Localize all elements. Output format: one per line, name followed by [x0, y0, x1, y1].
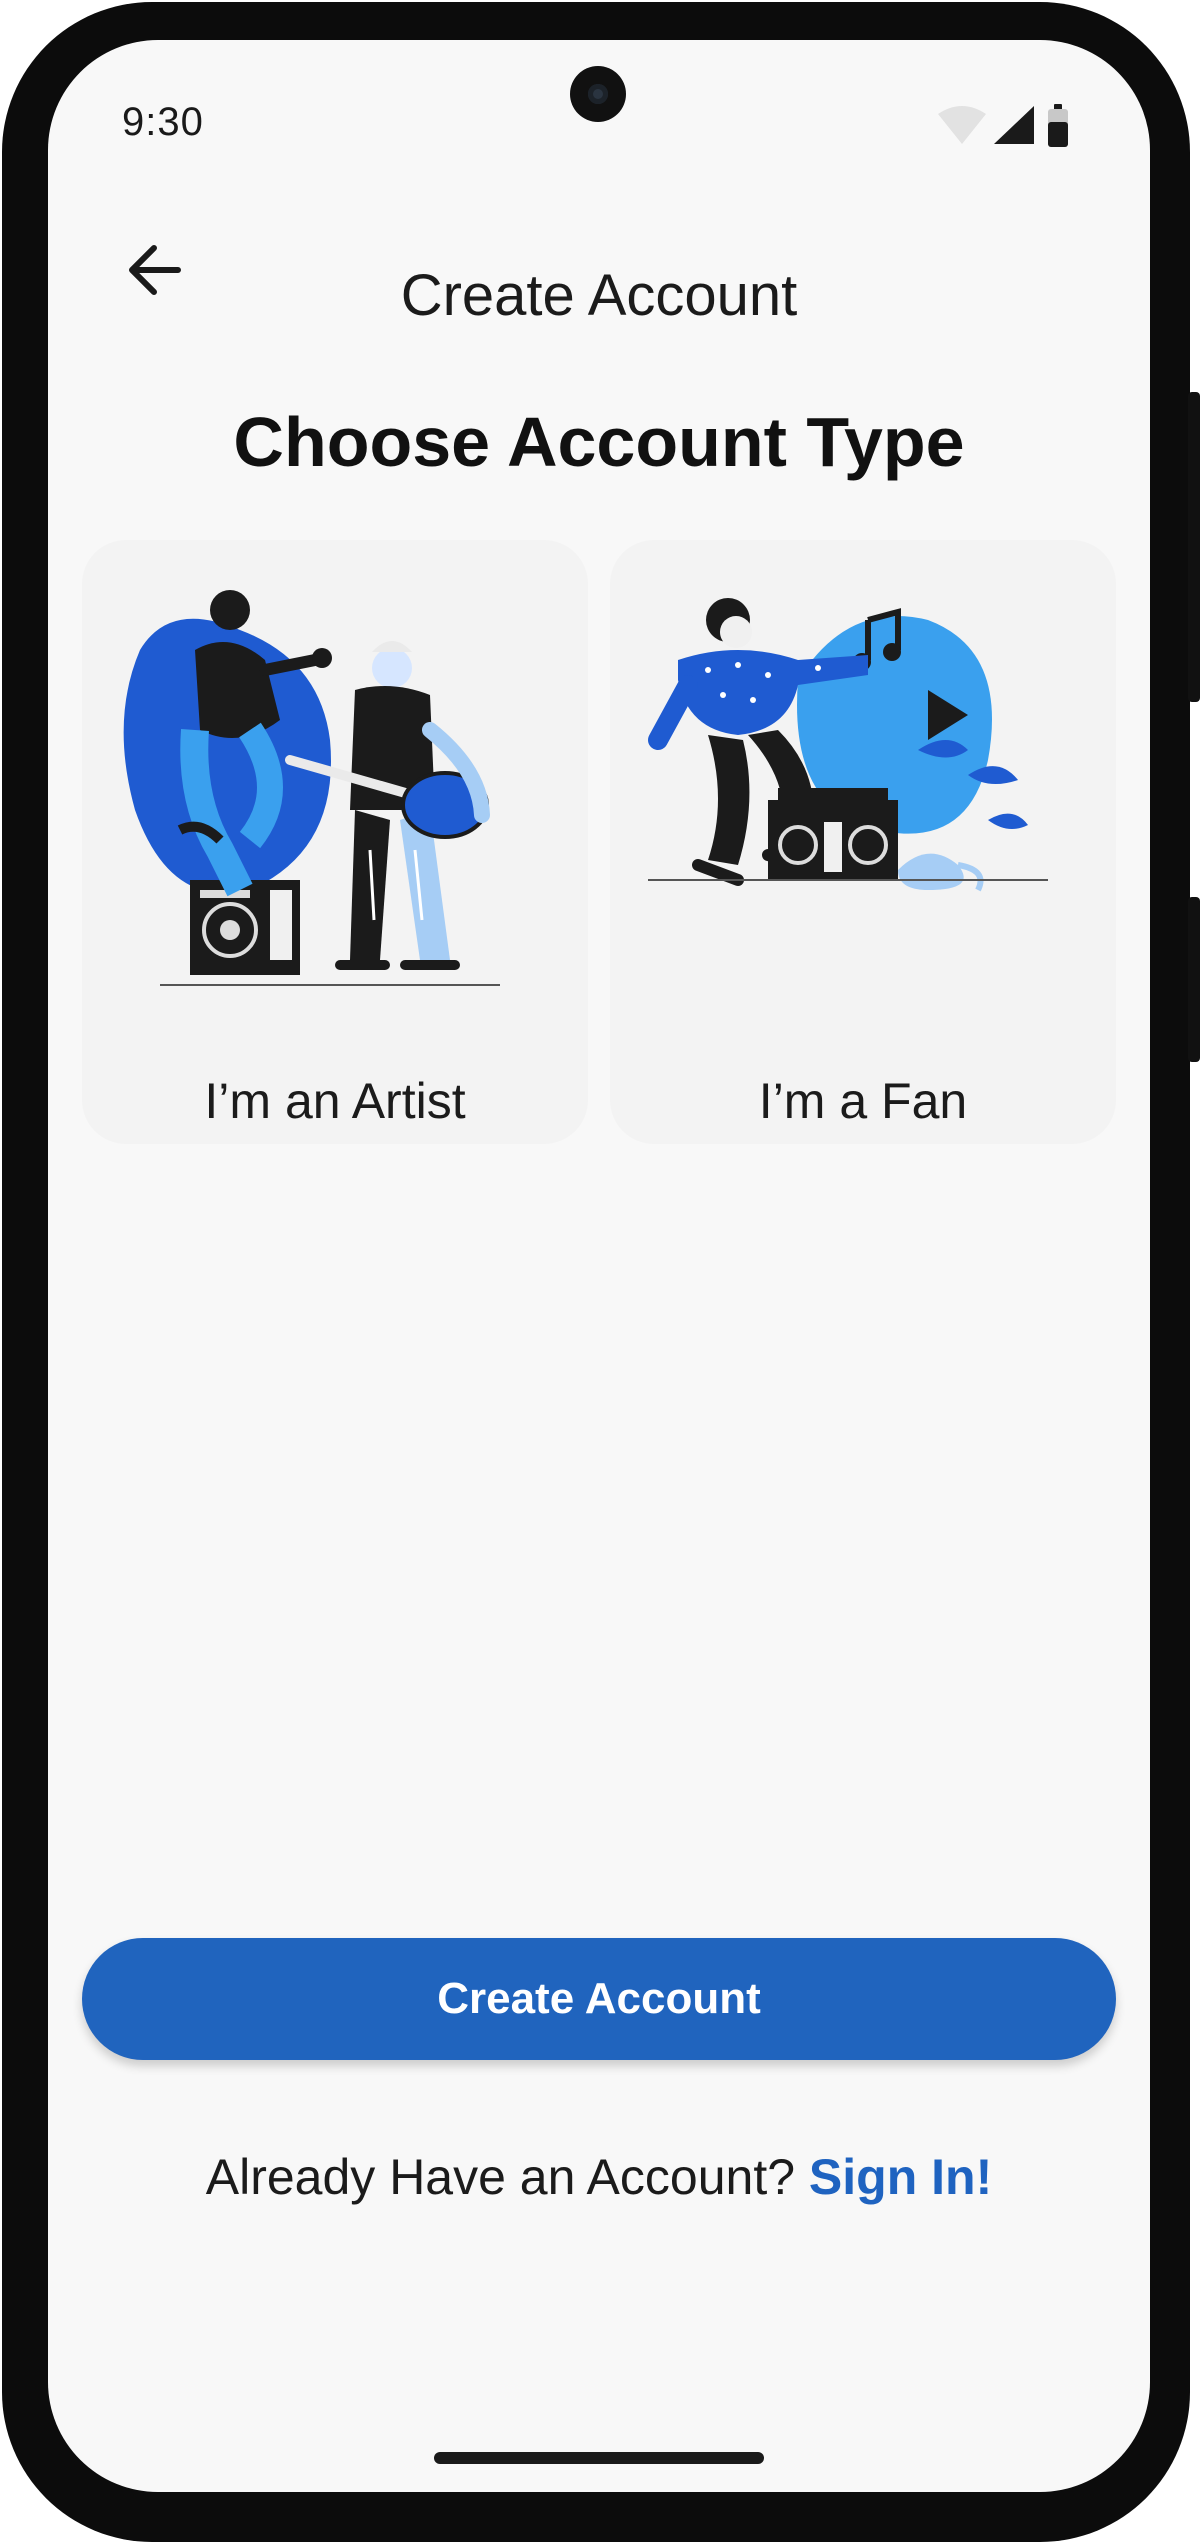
- fan-illustration: [648, 598, 1048, 892]
- page-title: Create Account: [400, 263, 798, 328]
- cellular-signal-icon: [994, 106, 1034, 144]
- section-heading: Choose Account Type: [233, 403, 965, 481]
- status-time: 9:30: [122, 100, 204, 144]
- home-indicator[interactable]: [434, 2452, 764, 2464]
- artist-illustration: [123, 590, 500, 986]
- power-button: [1188, 897, 1200, 1062]
- create-account-button[interactable]: Create Account: [82, 1938, 1116, 2060]
- artist-account-card[interactable]: I’m an Artist: [82, 540, 588, 1144]
- volume-button: [1188, 392, 1200, 702]
- wifi-icon: [938, 106, 986, 144]
- signin-prompt: Already Have an Account? Sign In!: [48, 2148, 1150, 2206]
- fan-account-card[interactable]: I’m a Fan: [610, 540, 1116, 1144]
- front-camera: [570, 66, 626, 122]
- fan-card-label: I’m a Fan: [758, 1073, 968, 1129]
- app-screen: 9:30 Create Account Choose Account Type: [48, 40, 1150, 2492]
- signin-prompt-text: Already Have an Account?: [205, 2149, 809, 2205]
- battery-icon: [1048, 104, 1068, 147]
- artist-card-label: I’m an Artist: [204, 1073, 466, 1129]
- status-icons-svg: [938, 104, 1068, 147]
- sign-in-link[interactable]: Sign In!: [809, 2149, 992, 2205]
- status-icons: [936, 104, 1076, 152]
- phone-frame: 9:30 Create Account Choose Account Type: [2, 2, 1200, 2542]
